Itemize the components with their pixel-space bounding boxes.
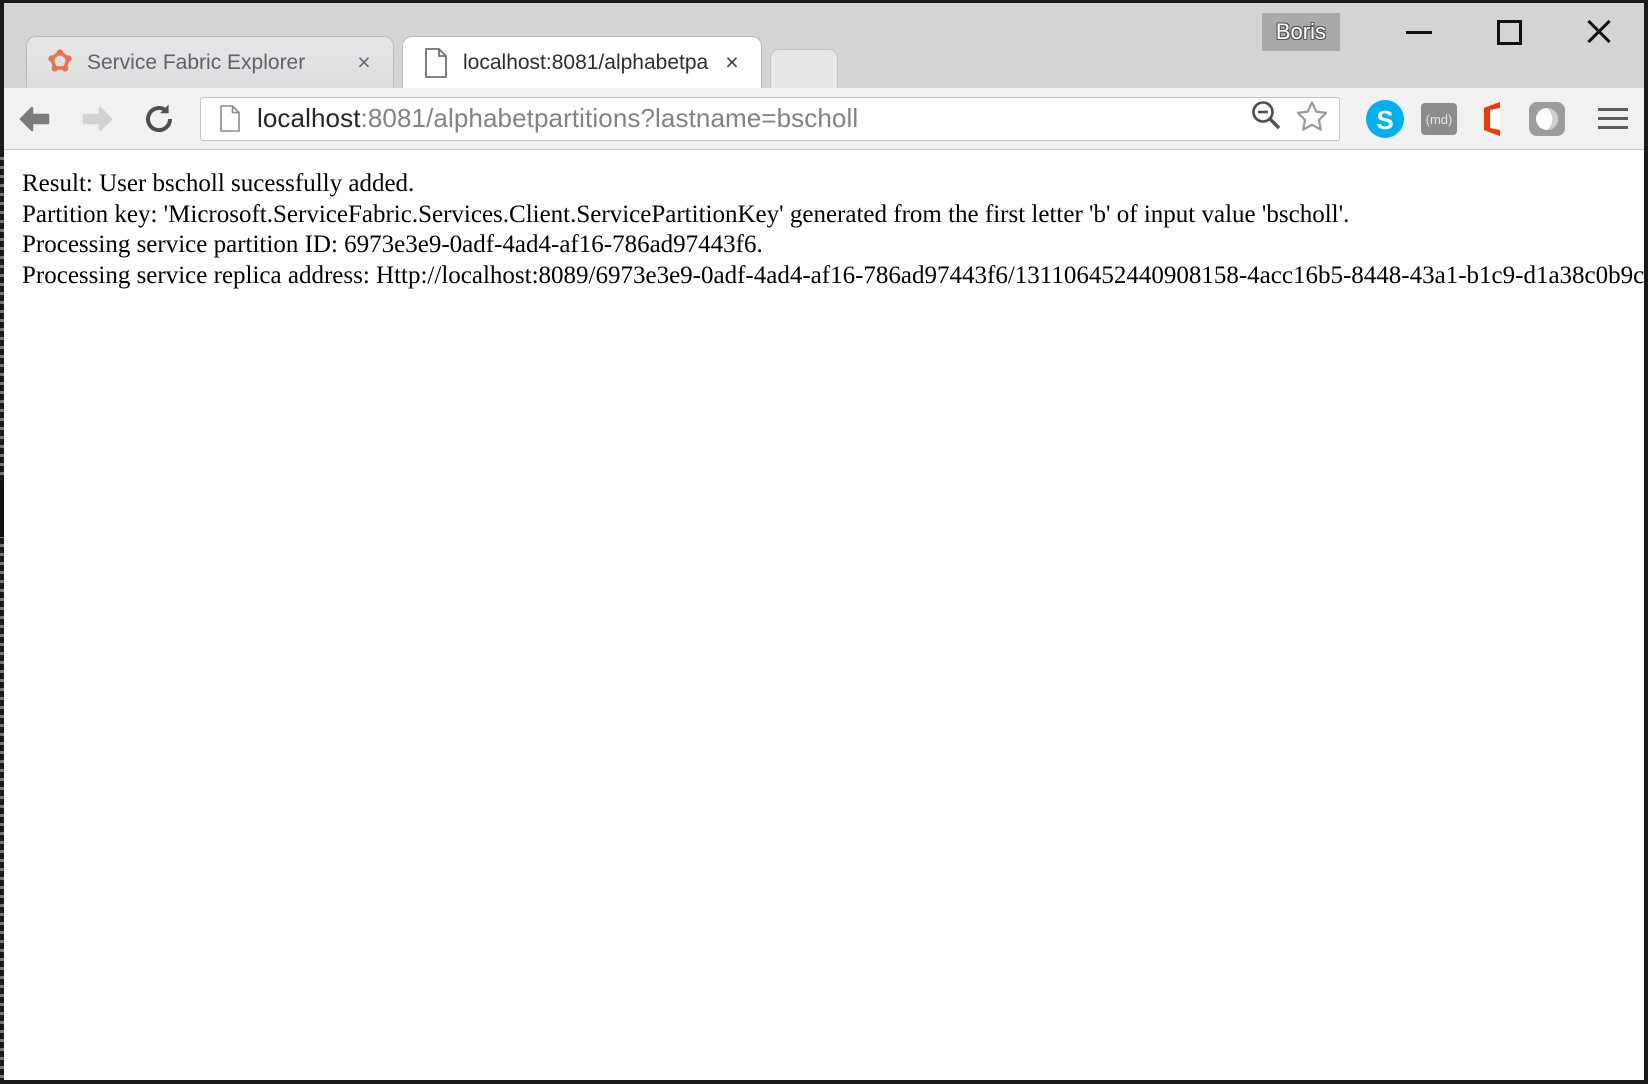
menu-bar-1: [1598, 108, 1628, 111]
address-bar[interactable]: localhost:8081/alphabetpartitions?lastna…: [200, 96, 1340, 141]
chrome-menu-icon[interactable]: [1582, 88, 1644, 150]
minimize-button[interactable]: [1374, 5, 1464, 60]
window-frame-right: [1644, 0, 1648, 1084]
forward-button: [66, 88, 128, 150]
partition-key-line: Partition key: 'Microsoft.ServiceFabric.…: [22, 200, 1350, 228]
zoom-out-icon[interactable]: [1249, 99, 1283, 138]
tab-service-fabric-explorer[interactable]: Service Fabric Explorer ×: [26, 36, 394, 88]
minimize-icon: [1406, 30, 1432, 34]
url-path: :8081/alphabetpartitions?lastname=bschol…: [360, 103, 859, 133]
tab-close-icon[interactable]: ×: [715, 46, 749, 80]
page-icon: [213, 105, 247, 132]
close-button[interactable]: [1554, 5, 1644, 60]
replica-address-line: Processing service replica address: Http…: [22, 261, 1644, 289]
skype-icon[interactable]: S: [1358, 92, 1412, 146]
page-viewport: Result: User bscholl sucessfully added. …: [4, 151, 1644, 1080]
page-content: Result: User bscholl sucessfully added. …: [4, 151, 1644, 291]
maximize-icon: [1496, 19, 1522, 45]
tab-alphabetpartitions[interactable]: localhost:8081/alphabetpa ×: [402, 36, 762, 88]
back-arrow-icon: [19, 106, 50, 131]
back-button[interactable]: [4, 88, 66, 150]
tab-close-icon[interactable]: ×: [347, 46, 381, 80]
reload-icon: [146, 104, 173, 132]
user-profile-chip[interactable]: Boris: [1261, 13, 1340, 51]
markdown-icon[interactable]: (md): [1412, 92, 1466, 146]
partition-id-line: Processing service partition ID: 6973e3e…: [22, 231, 763, 258]
browser-toolbar: localhost:8081/alphabetpartitions?lastna…: [4, 88, 1644, 150]
bookmark-star-icon[interactable]: [1295, 99, 1329, 138]
office-icon[interactable]: [1466, 92, 1520, 146]
url-host: localhost: [257, 103, 361, 133]
onedrive-icon[interactable]: [1520, 92, 1574, 146]
close-icon: [1584, 17, 1614, 47]
page-icon: [421, 47, 451, 78]
tab-title: Service Fabric Explorer: [87, 50, 306, 74]
menu-bar-3: [1598, 126, 1628, 129]
page-scrollbar-thumb[interactable]: [0, 481, 4, 537]
result-line: Result: User bscholl sucessfully added.: [22, 170, 415, 197]
browser-window: Service Fabric Explorer × localhost:8081…: [0, 0, 1648, 1084]
menu-bar-2: [1598, 117, 1628, 120]
reload-button[interactable]: [128, 88, 190, 150]
maximize-button[interactable]: [1464, 5, 1554, 60]
new-tab-button[interactable]: [770, 49, 838, 88]
svg-text:(md): (md): [1426, 112, 1453, 127]
extension-icons: S (md): [1358, 92, 1582, 146]
service-fabric-icon: [45, 48, 75, 78]
window-controls: Boris: [1261, 3, 1644, 61]
page-scrollbar[interactable]: [0, 151, 4, 1080]
address-bar-actions: [1237, 99, 1339, 138]
tab-title: localhost:8081/alphabetpa: [463, 50, 709, 74]
forward-arrow-icon: [82, 106, 113, 131]
address-bar-text: localhost:8081/alphabetpartitions?lastna…: [257, 103, 1237, 134]
svg-text:S: S: [1376, 105, 1393, 135]
window-frame-bottom: [0, 1080, 1648, 1084]
